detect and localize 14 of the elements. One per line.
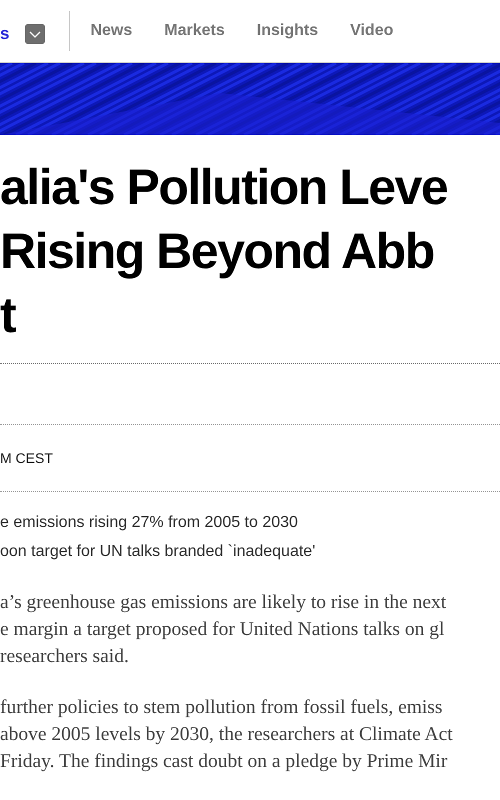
nav-link[interactable]: Video: [350, 22, 394, 40]
chevron-down-icon[interactable]: [25, 24, 46, 44]
summary-bullet: oon target for UN talks branded `inadequate': [0, 543, 316, 561]
nav-link[interactable]: Markets: [164, 22, 225, 40]
summary-bullet: e emissions rising 27% from 2005 to 2030: [0, 514, 298, 532]
nav-link[interactable]: Insights: [256, 22, 318, 40]
timestamp: M CEST: [0, 450, 53, 466]
nav-link[interactable]: News: [90, 22, 132, 40]
article-paragraph: further policies to stem pollution from fossil fuels, emiss above 2005 levels by 2030, the researchers at Climate Act Friday. The findings cast doubt on a pledge by Prime Mir: [0, 696, 453, 774]
headline: t: [0, 286, 16, 345]
logo-text[interactable]: s: [0, 24, 10, 44]
headline: alia's Pollution Leve: [0, 158, 448, 217]
headline: Rising Beyond Abb: [0, 222, 434, 281]
article-paragraph: a’s greenhouse gas emissions are likely to rise in the next e margin a target proposed for United Nations talks on gl researchers said.: [0, 591, 446, 669]
